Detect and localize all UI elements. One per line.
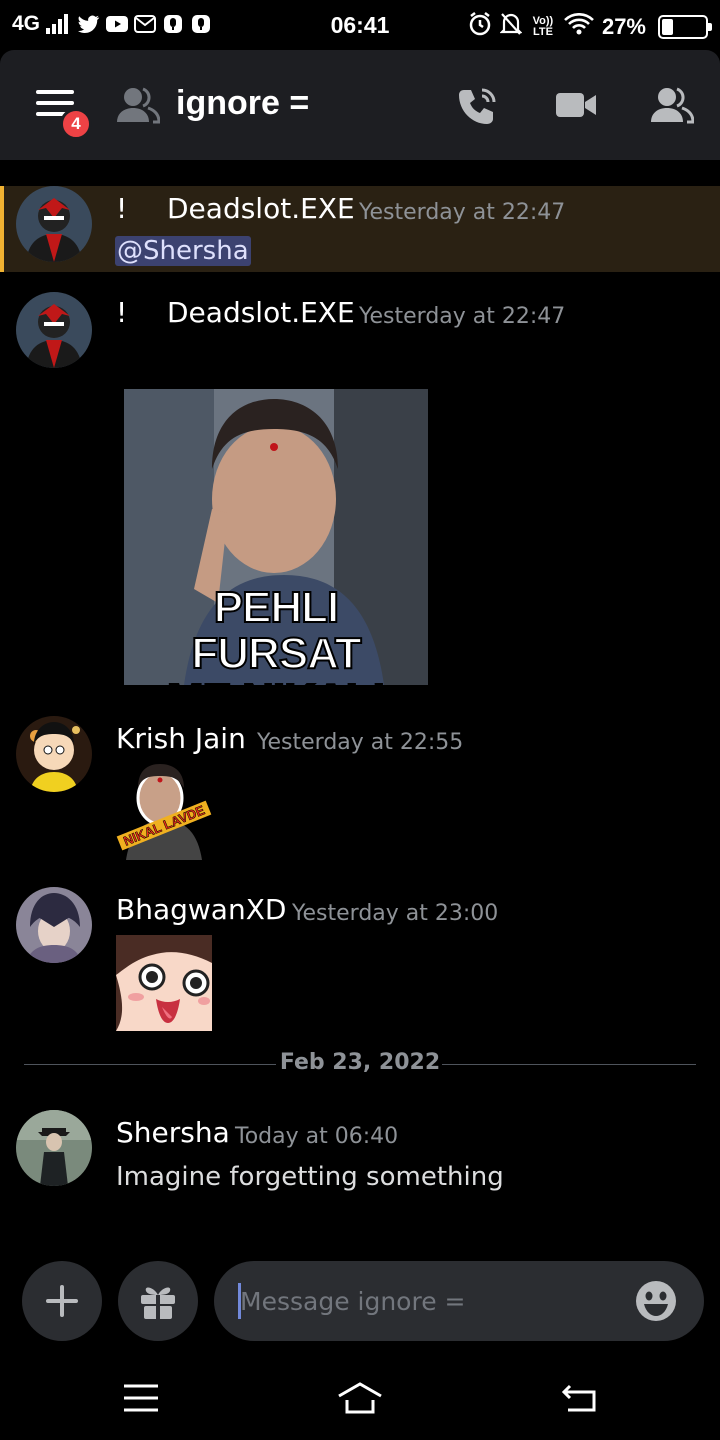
wifi-icon xyxy=(564,13,594,41)
add-attachment-button[interactable] xyxy=(22,1261,102,1341)
battery-level-fill xyxy=(662,19,673,35)
channel-title: ignore = xyxy=(176,84,310,122)
message-mention[interactable]: ! Deadslot.EXE Yesterday at 22:47 @Shers… xyxy=(0,186,720,272)
emoji-button[interactable] xyxy=(634,1279,678,1323)
date-divider: Feb 23, 2022 xyxy=(24,1050,696,1075)
home-button[interactable] xyxy=(335,1378,385,1418)
message-image-sticker: BhagwanXD Yesterday at 23:00 xyxy=(0,887,720,1037)
message-composer xyxy=(214,1261,704,1341)
message-sticker: Krish Jain Yesterday at 22:55 NIKAL LAVD… xyxy=(0,716,720,866)
message-content: Imagine forgetting something xyxy=(116,1162,504,1192)
member-list-icon[interactable] xyxy=(650,86,695,128)
avatar-bhagwanxd[interactable] xyxy=(16,887,92,963)
avatar-deadslot[interactable] xyxy=(16,186,92,262)
author-name[interactable]: Deadslot.EXE xyxy=(167,296,355,329)
battery-percent: 27% xyxy=(601,14,646,39)
dm-user-icon xyxy=(116,86,161,128)
alarm-icon xyxy=(468,12,492,42)
timestamp: Yesterday at 22:47 xyxy=(359,200,566,225)
avatar-deadslot[interactable] xyxy=(16,292,92,368)
image-caption-line-1: PEHLI FURSAT xyxy=(190,583,362,678)
back-button[interactable] xyxy=(556,1378,606,1418)
timestamp: Yesterday at 22:55 xyxy=(257,730,464,755)
back-icon xyxy=(561,1384,596,1412)
gift-button[interactable] xyxy=(118,1261,198,1341)
author-name[interactable]: Deadslot.EXE xyxy=(167,192,355,225)
timestamp: Yesterday at 22:47 xyxy=(359,304,566,329)
image-caption-line-2: ME NIKAL! xyxy=(124,676,428,686)
image-attachment[interactable]: PEHLI FURSAT ME NIKAL! xyxy=(124,389,428,685)
image-attachment[interactable] xyxy=(116,935,212,1031)
role-prefix: ! xyxy=(116,192,128,225)
recents-icon xyxy=(124,1384,158,1412)
date-divider-label: Feb 23, 2022 xyxy=(279,1050,441,1075)
author-name[interactable]: Krish Jain xyxy=(116,722,246,755)
role-prefix: ! xyxy=(116,296,128,329)
plus-icon xyxy=(46,1285,78,1317)
message-image: ! Deadslot.EXE Yesterday at 22:47 PEHLI … xyxy=(0,290,720,690)
system-nav-bar xyxy=(0,1360,720,1440)
battery-icon xyxy=(658,15,712,39)
message-text: Shersha Today at 06:40 Imagine forgettin… xyxy=(0,1110,720,1210)
avatar-krish-jain[interactable] xyxy=(16,716,92,792)
user-mention[interactable]: @Shersha xyxy=(115,236,251,266)
recents-button[interactable] xyxy=(116,1378,166,1418)
voice-call-icon[interactable] xyxy=(456,86,500,130)
timestamp: Yesterday at 23:00 xyxy=(292,901,499,926)
timestamp: Today at 06:40 xyxy=(235,1124,399,1149)
avatar-shersha[interactable] xyxy=(16,1110,92,1186)
volte-indicator: Vo)) LTE xyxy=(532,15,554,38)
author-name[interactable]: Shersha xyxy=(116,1116,230,1149)
mute-icon xyxy=(499,12,523,42)
status-right: Vo)) LTE 27% xyxy=(468,12,712,42)
message-input[interactable] xyxy=(240,1279,620,1323)
video-call-icon[interactable] xyxy=(554,90,598,124)
author-name[interactable]: BhagwanXD xyxy=(116,893,286,926)
status-bar: 4G 06:41 Vo)) LTE 27% xyxy=(0,0,720,50)
gift-icon xyxy=(141,1287,175,1319)
channel-header: 4 ignore = xyxy=(0,50,720,160)
unread-badge: 4 xyxy=(60,108,92,140)
home-icon xyxy=(338,1382,382,1414)
sticker-attachment[interactable]: NIKAL LAVDE xyxy=(116,764,212,860)
smiley-icon xyxy=(636,1281,676,1321)
